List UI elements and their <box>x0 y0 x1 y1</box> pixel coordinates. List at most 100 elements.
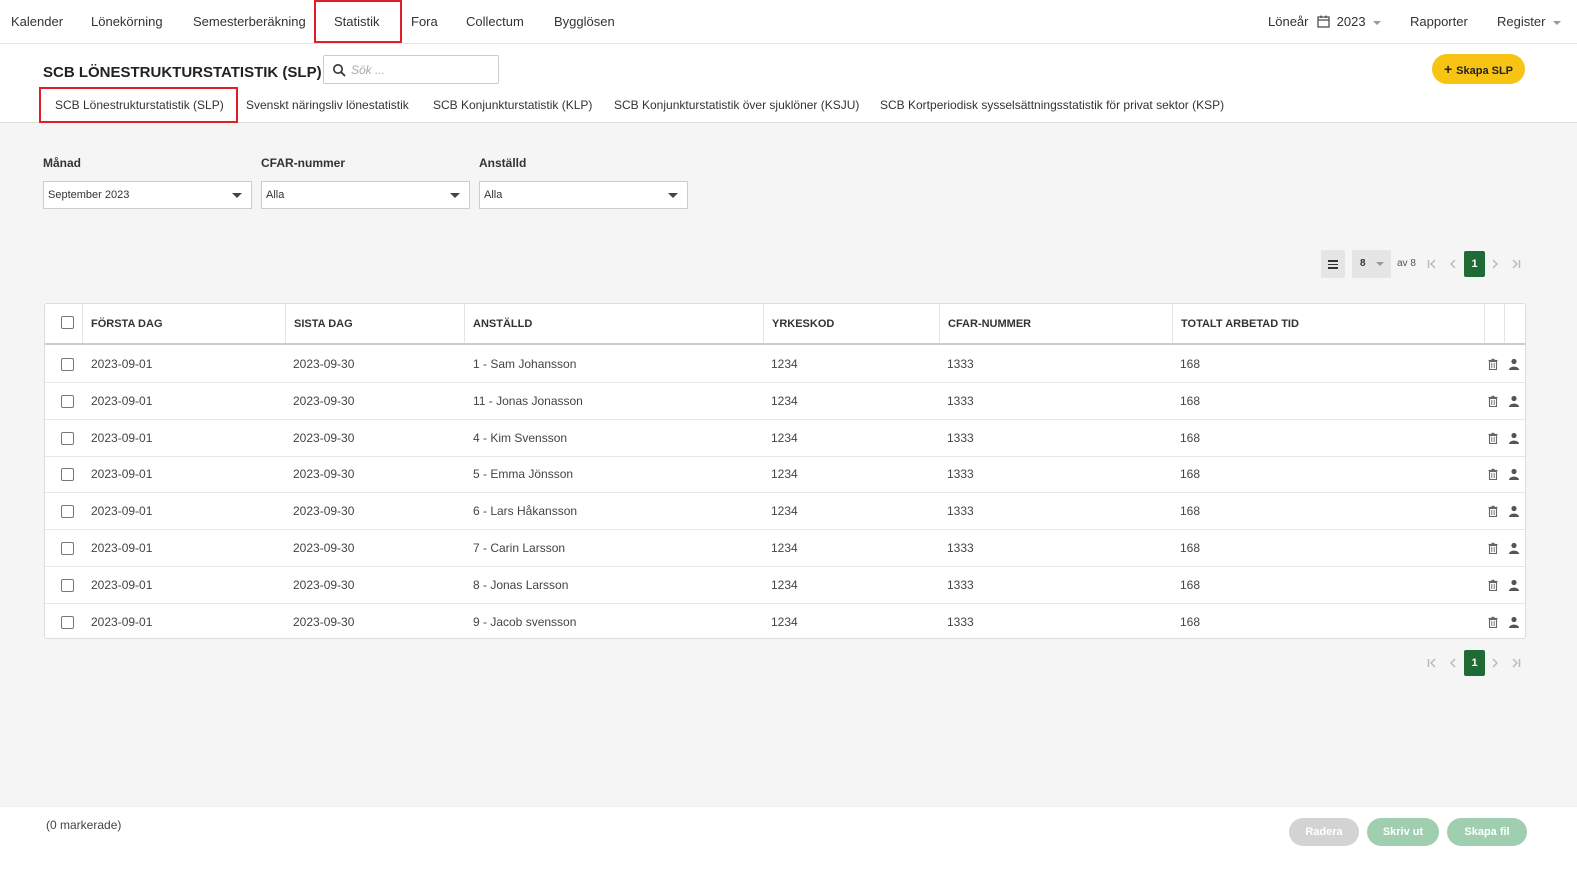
col-totalt-arbetad-tid[interactable]: TOTALT ARBETAD TID <box>1173 304 1485 343</box>
first-page-icon[interactable] <box>1426 258 1438 270</box>
row-checkbox[interactable] <box>61 468 74 482</box>
cell-totalt-arbetad-tid: 168 <box>1180 614 1201 629</box>
cell-totalt-arbetad-tid: 168 <box>1180 393 1201 408</box>
cell-totalt-arbetad-tid: 168 <box>1180 504 1201 519</box>
user-icon[interactable] <box>1508 468 1520 481</box>
current-page-button[interactable]: 1 <box>1464 251 1485 277</box>
last-page-icon[interactable] <box>1510 258 1522 270</box>
user-icon[interactable] <box>1508 432 1520 444</box>
prev-page-icon[interactable] <box>1447 258 1459 270</box>
cell-yrkeskod: 1234 <box>771 577 798 592</box>
chevron-down-icon <box>1553 20 1562 25</box>
column-menu-button[interactable] <box>1321 250 1345 278</box>
user-icon[interactable] <box>1508 358 1520 370</box>
table-row[interactable]: 2023-09-01 2023-09-30 9 - Jacob svensson 12… <box>45 604 1525 641</box>
cell-anstalld: 4 - Kim Svensson <box>473 430 568 445</box>
trash-icon[interactable] <box>1487 579 1499 591</box>
trash-icon[interactable] <box>1487 468 1499 481</box>
nav-kalender[interactable]: Kalender <box>11 0 63 44</box>
search-input[interactable] <box>351 60 493 80</box>
trash-icon[interactable] <box>1487 395 1499 407</box>
trash-icon[interactable] <box>1487 616 1499 628</box>
cell-anstalld: 9 - Jacob svensson <box>473 614 577 629</box>
tab-ksju[interactable]: SCB Konjunkturstatistik över sjuklöner (… <box>614 98 859 112</box>
cell-totalt-arbetad-tid: 168 <box>1180 541 1201 555</box>
next-page-icon[interactable] <box>1489 258 1501 270</box>
cell-yrkeskod: 1234 <box>771 357 798 371</box>
row-checkbox[interactable] <box>61 615 74 629</box>
nav-collectum[interactable]: Collectum <box>466 0 524 44</box>
table-row[interactable]: 2023-09-01 2023-09-30 6 - Lars Håkansson 12… <box>45 493 1525 531</box>
tab-klp[interactable]: SCB Konjunkturstatistik (KLP) <box>433 98 592 112</box>
delete-button[interactable]: Radera <box>1289 818 1359 846</box>
user-icon[interactable] <box>1508 579 1520 591</box>
user-icon[interactable] <box>1508 616 1520 628</box>
cfar-select[interactable]: Alla <box>261 181 470 209</box>
selected-count: (0 markerade) <box>46 818 122 832</box>
tab-svenskt-naringsliv[interactable]: Svenskt näringsliv lönestatistik <box>246 98 409 112</box>
chevron-down-icon <box>1376 262 1384 266</box>
nav-register-label: Register <box>1497 14 1546 29</box>
hamburger-icon-line <box>1328 267 1338 269</box>
calendar-icon <box>1317 15 1330 28</box>
employee-label: Anställd <box>479 156 527 170</box>
col-sista-dag[interactable]: SISTA DAG <box>286 304 465 343</box>
cfar-label: CFAR-nummer <box>261 156 346 170</box>
select-all-checkbox[interactable] <box>61 316 74 329</box>
print-button[interactable]: Skriv ut <box>1367 818 1439 846</box>
user-icon[interactable] <box>1508 395 1520 407</box>
year-selector[interactable]: 2023 <box>1317 0 1382 44</box>
next-page-icon[interactable] <box>1489 657 1501 669</box>
create-slp-button[interactable]: + Skapa SLP <box>1432 54 1525 84</box>
month-select[interactable]: September 2023 <box>43 181 252 209</box>
row-checkbox[interactable] <box>61 542 74 555</box>
cell-forsta-dag: 2023-09-01 <box>91 541 153 555</box>
col-anstalld[interactable]: ANSTÄLLD <box>465 304 764 343</box>
last-page-icon[interactable] <box>1510 657 1522 669</box>
employee-select[interactable]: Alla <box>479 181 688 209</box>
table-row[interactable]: 2023-09-01 2023-09-30 4 - Kim Svensson 1234… <box>45 420 1525 457</box>
current-page-button-bottom[interactable]: 1 <box>1464 650 1485 676</box>
row-checkbox[interactable] <box>61 431 74 445</box>
footer-bar: (0 markerade) Radera Skriv ut Skapa fil <box>0 806 1577 870</box>
table-row[interactable]: 2023-09-01 2023-09-30 1 - Sam Johansson 123… <box>45 346 1525 383</box>
nav-rapporter[interactable]: Rapporter <box>1410 0 1468 44</box>
first-page-icon[interactable] <box>1426 657 1438 669</box>
table-row[interactable]: 2023-09-01 2023-09-30 7 - Carin Larsson 123… <box>45 530 1525 567</box>
row-checkbox[interactable] <box>61 505 74 519</box>
nav-statistik-highlight <box>314 0 402 43</box>
trash-icon[interactable] <box>1487 358 1499 370</box>
nav-fora[interactable]: Fora <box>411 0 438 44</box>
cell-anstalld: 1 - Sam Johansson <box>473 357 577 371</box>
prev-page-icon[interactable] <box>1447 657 1459 669</box>
col-cfar-nummer[interactable]: CFAR-NUMMER <box>940 304 1173 343</box>
per-page-select[interactable]: 8 <box>1352 250 1391 278</box>
col-forsta-dag[interactable]: FÖRSTA DAG <box>83 304 286 343</box>
cell-cfar-nummer: 1333 <box>947 430 974 445</box>
trash-icon[interactable] <box>1487 432 1499 444</box>
tab-ksp[interactable]: SCB Kortperiodisk sysselsättningsstatist… <box>880 98 1224 112</box>
user-icon[interactable] <box>1508 505 1520 518</box>
cell-forsta-dag: 2023-09-01 <box>91 467 153 482</box>
row-checkbox[interactable] <box>61 578 74 592</box>
cell-sista-dag: 2023-09-30 <box>293 614 355 629</box>
nav-lonekorning[interactable]: Lönekörning <box>91 0 163 44</box>
plus-icon: + <box>1443 61 1453 77</box>
table-row[interactable]: 2023-09-01 2023-09-30 8 - Jonas Larsson 123… <box>45 567 1525 604</box>
nav-register[interactable]: Register <box>1497 0 1562 44</box>
table-row[interactable]: 2023-09-01 2023-09-30 11 - Jonas Jonasson 1… <box>45 383 1525 420</box>
row-checkbox[interactable] <box>61 394 74 408</box>
create-file-button[interactable]: Skapa fil <box>1447 818 1527 846</box>
table-row[interactable]: 2023-09-01 2023-09-30 5 - Emma Jönsson 1234… <box>45 456 1525 494</box>
col-yrkeskod[interactable]: YRKESKOD <box>764 304 940 343</box>
trash-icon[interactable] <box>1487 542 1499 554</box>
nav-bygglosen[interactable]: Bygglösen <box>554 0 615 44</box>
create-slp-label: Skapa SLP <box>1456 65 1514 77</box>
cell-yrkeskod: 1234 <box>771 467 798 482</box>
col-action-1 <box>1485 304 1505 343</box>
hamburger-icon-line <box>1328 263 1338 265</box>
trash-icon[interactable] <box>1487 505 1499 518</box>
row-checkbox[interactable] <box>61 358 74 371</box>
user-icon[interactable] <box>1508 542 1520 554</box>
nav-semesterberakning[interactable]: Semesterberäkning <box>193 0 306 44</box>
